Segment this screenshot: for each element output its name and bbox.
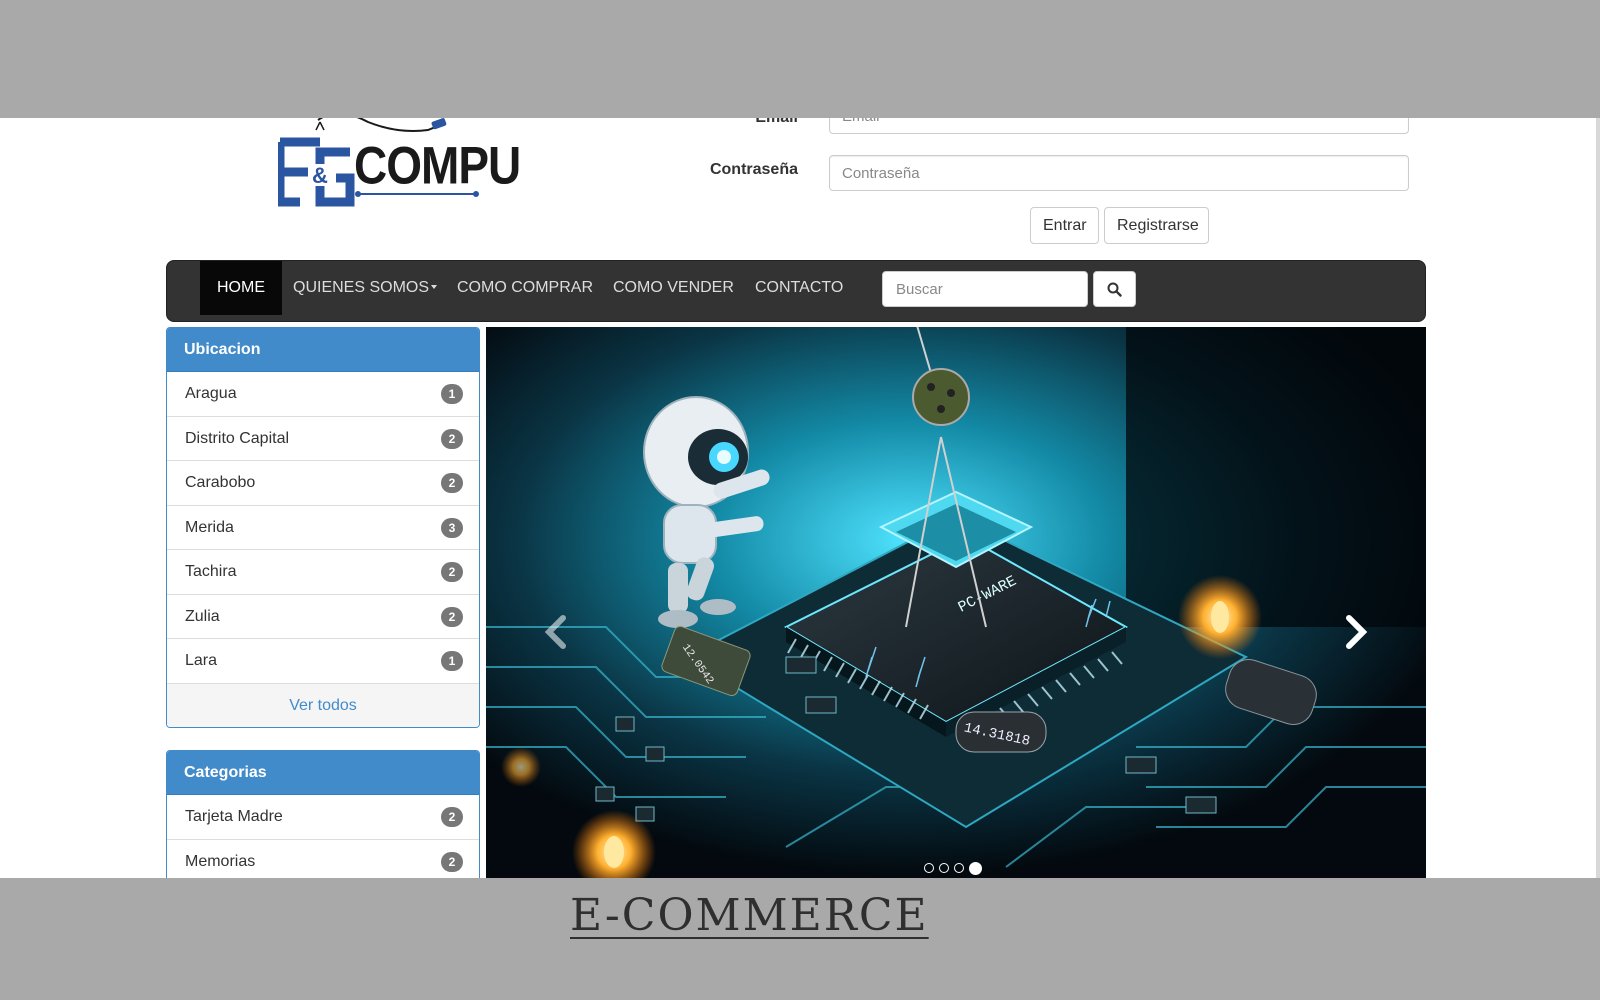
count-badge: 2 (441, 473, 463, 493)
search-icon (1107, 282, 1122, 297)
carousel-indicators (924, 862, 982, 875)
email-field[interactable] (829, 118, 1409, 134)
password-field[interactable] (829, 155, 1409, 191)
count-badge: 2 (441, 851, 463, 872)
list-item[interactable]: Memorias 2 (167, 840, 479, 879)
carousel-indicator-4[interactable] (969, 862, 982, 875)
email-label: Email (648, 118, 798, 127)
ubicacion-panel: Ubicacion Aragua 1 Distrito Capital 2 Cara… (166, 327, 480, 728)
list-item-label: Zulia (185, 607, 220, 625)
list-item[interactable]: Aragua 1 (167, 372, 479, 417)
password-label: Contraseña (709, 161, 798, 178)
carousel-prev-button[interactable] (536, 612, 576, 652)
nav-como-vender-label: COMO VENDER (613, 279, 734, 296)
scrollbar-edge (1596, 118, 1600, 878)
categorias-panel: Categorias Tarjeta Madre 2 Memorias 2 (166, 750, 480, 878)
chevron-left-icon (544, 615, 566, 649)
count-badge: 2 (441, 606, 463, 627)
register-button[interactable]: Registrarse (1104, 207, 1209, 244)
carousel-next-button[interactable] (1336, 612, 1376, 652)
list-item[interactable]: Tachira 2 (167, 550, 479, 595)
nav-home-label: HOME (217, 279, 265, 296)
count-badge: 3 (441, 517, 463, 538)
list-item-label: Carabobo (185, 474, 256, 491)
logo-text: COMPU (354, 135, 521, 195)
nav-como-comprar[interactable]: COMO COMPRAR (440, 261, 610, 315)
nav-quienes-somos[interactable]: QUIENES SOMOS (276, 261, 454, 315)
list-item-label: Memorias (185, 852, 256, 870)
ver-todos-link[interactable]: Ver todos (289, 697, 357, 714)
count-badge: 2 (441, 562, 463, 582)
nav-contacto-label: CONTACTO (755, 279, 844, 296)
carousel-indicator-2[interactable] (939, 863, 949, 873)
list-item-label: Lara (185, 652, 218, 669)
login-button[interactable]: Entrar (1030, 207, 1099, 244)
nav-home[interactable]: HOME (200, 261, 282, 315)
nav-quienes-somos-label: QUIENES SOMOS (293, 279, 430, 296)
list-item-label: Distrito Capital (185, 429, 290, 447)
count-badge: 2 (441, 807, 463, 827)
list-item-label: Tachira (185, 563, 237, 580)
ubicacion-panel-title: Ubicacion (167, 328, 479, 372)
count-badge: 2 (441, 428, 463, 449)
list-item[interactable]: Tarjeta Madre 2 (167, 795, 479, 840)
search-button[interactable] (1093, 271, 1136, 307)
carousel-slide-image: PC-WARE 12.0542 14.31818 (486, 327, 1426, 878)
list-item-label: Aragua (185, 385, 237, 402)
search-input[interactable] (882, 271, 1088, 307)
ubicacion-panel-footer: Ver todos (167, 683, 479, 727)
caret-down-icon (431, 284, 438, 289)
list-item[interactable]: Lara 1 (167, 639, 479, 684)
carousel-indicator-1[interactable] (924, 863, 934, 873)
main-navbar: HOME QUIENES SOMOS COMO COMPRAR COMO VEN… (166, 260, 1426, 322)
page-screenshot: & COMPU Email Contraseña Entrar Registra… (0, 118, 1600, 878)
svg-text:&: & (312, 163, 328, 188)
nav-como-comprar-label: COMO COMPRAR (457, 279, 593, 296)
hero-carousel[interactable]: PC-WARE 12.0542 14.31818 (486, 327, 1426, 878)
count-badge: 1 (441, 384, 463, 404)
list-item[interactable]: Zulia 2 (167, 595, 479, 639)
list-item[interactable]: Distrito Capital 2 (167, 417, 479, 461)
ecommerce-caption: E-COMMERCE (570, 890, 929, 941)
nav-contacto[interactable]: CONTACTO (738, 261, 860, 315)
count-badge: 1 (441, 651, 463, 671)
categorias-panel-title: Categorias (167, 751, 479, 795)
list-item-label: Merida (185, 518, 234, 536)
chevron-right-icon (1346, 615, 1368, 649)
nav-como-vender[interactable]: COMO VENDER (596, 261, 751, 315)
list-item-label: Tarjeta Madre (185, 808, 283, 825)
list-item[interactable]: Carabobo 2 (167, 461, 479, 506)
site-logo[interactable]: & COMPU (275, 118, 521, 216)
carousel-indicator-3[interactable] (954, 863, 964, 873)
list-item[interactable]: Merida 3 (167, 506, 479, 550)
